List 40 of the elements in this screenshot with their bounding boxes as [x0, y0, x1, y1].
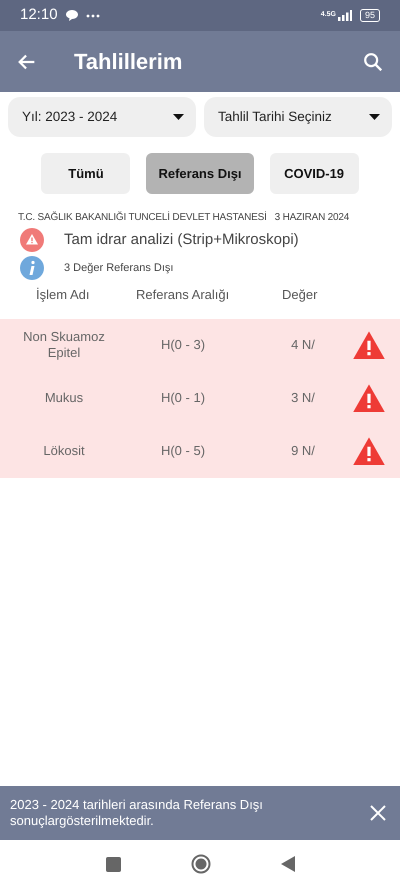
close-icon[interactable] — [370, 805, 386, 821]
result-value: 3 N/ — [291, 389, 315, 408]
home-button[interactable] — [190, 854, 210, 874]
warning-icon — [353, 436, 385, 466]
back-button[interactable] — [280, 856, 294, 872]
test-item-name: Mukus — [44, 390, 84, 406]
filter-tab[interactable]: Tümü — [41, 153, 130, 194]
hospital-name: T.C. SAĞLIK BAKANLIĞI TUNCELİ DEVLET HASTANESİ — [18, 210, 267, 225]
page-title: Tahlillerim — [74, 48, 182, 76]
filter-tab[interactable]: COVID-19 — [270, 153, 359, 194]
result-value: 9 N/ — [291, 442, 315, 460]
recents-button[interactable] — [106, 856, 120, 872]
column-header: İşlem Adı — [35, 286, 90, 304]
result-date: 3 HAZIRAN 2024 — [274, 211, 350, 225]
out-of-range-summary: 3 Değer Referans Dışı — [64, 260, 174, 276]
result-value: 4 N/ — [291, 336, 315, 354]
reference-range: H(0 - 5) — [160, 442, 206, 460]
filter-tab[interactable]: Referans Dışı — [146, 153, 254, 194]
column-header: Değer — [281, 286, 318, 304]
test-item-name: Non Skuamoz Epitel — [22, 329, 106, 361]
status-time: 12:10 — [20, 5, 58, 26]
warning-icon — [353, 384, 385, 412]
info-icon — [20, 256, 44, 280]
filter-dropdown[interactable]: Yıl: 2023 - 2024 — [8, 97, 196, 137]
filter-dropdown[interactable]: Tahlil Tarihi Seçiniz — [204, 97, 392, 137]
snackbar-message: 2023 - 2024 tarihleri arasında Referans Dışı sonuçlargösterilmektedir. — [10, 797, 264, 829]
more-icon — [86, 14, 100, 18]
reference-range: H(0 - 1) — [160, 389, 206, 408]
reference-range: H(0 - 3) — [160, 336, 206, 354]
caret-icon — [369, 114, 380, 120]
alert-icon — [20, 228, 44, 252]
chat-icon — [66, 10, 78, 21]
warning-icon — [353, 330, 385, 360]
column-header: Referans Aralığı — [135, 286, 230, 304]
caret-icon — [173, 114, 184, 120]
battery-indicator: 95 — [360, 9, 380, 22]
test-item-name: Lökosit — [42, 443, 86, 459]
search-icon[interactable] — [362, 50, 384, 72]
signal-icon — [338, 10, 352, 21]
test-name: Tam idrar analizi (Strip+Mikroskopi) — [64, 230, 299, 250]
